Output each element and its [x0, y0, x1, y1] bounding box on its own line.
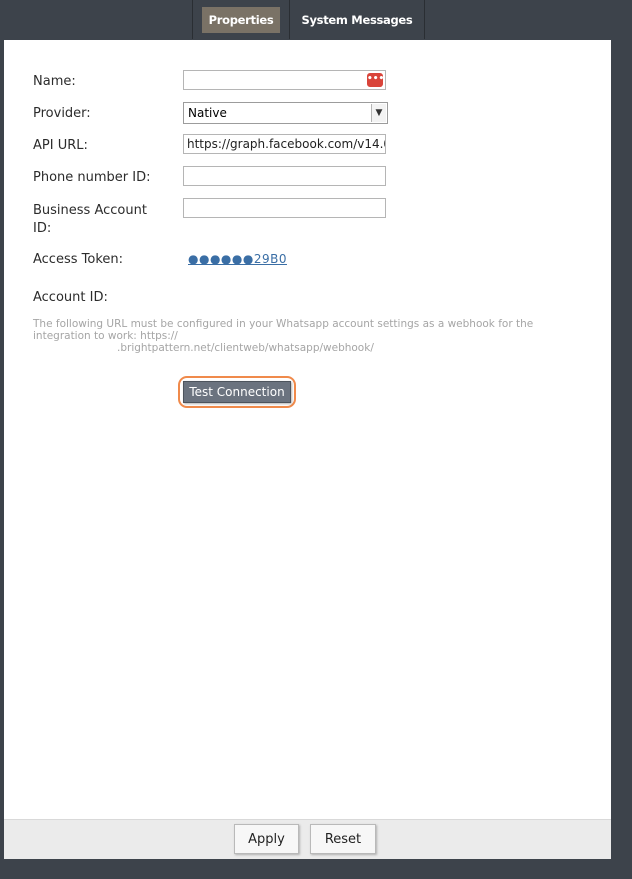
api-url-field[interactable]: https://graph.facebook.com/v14.0/: [183, 134, 386, 154]
tab-system-messages-label: System Messages: [301, 12, 413, 27]
access-token-label: Access Token:: [33, 252, 124, 267]
name-label: Name:: [33, 74, 76, 89]
business-account-id-field[interactable]: [183, 198, 386, 218]
provider-select[interactable]: Native ▼: [183, 102, 388, 124]
chevron-down-icon[interactable]: ▼: [371, 104, 386, 122]
phone-number-id-label: Phone number ID:: [33, 170, 151, 185]
business-account-id-label: Business Account ID:: [33, 203, 147, 236]
provider-label: Provider:: [33, 106, 91, 121]
provider-value: Native: [188, 106, 227, 120]
phone-number-id-field[interactable]: [183, 166, 386, 186]
tab-divider: [424, 0, 425, 39]
access-token-link[interactable]: ●●●●●●29B0: [188, 252, 287, 266]
tab-list: Properties System Messages: [192, 0, 425, 39]
account-id-label: Account ID:: [33, 290, 108, 305]
tab-properties[interactable]: Properties: [193, 0, 289, 39]
api-url-value: https://graph.facebook.com/v14.0/: [187, 137, 386, 151]
tab-properties-label: Properties: [201, 6, 281, 33]
webhook-info-message: The following URL must be configured in …: [33, 318, 534, 342]
test-connection-button[interactable]: Test Connection: [183, 381, 291, 403]
footer-bar: Apply Reset: [4, 819, 611, 860]
reset-button[interactable]: Reset: [310, 824, 376, 854]
tab-system-messages[interactable]: System Messages: [290, 0, 424, 39]
tab-bar: Properties System Messages: [0, 0, 632, 40]
apply-button[interactable]: Apply: [234, 824, 299, 854]
more-options-icon[interactable]: •••: [367, 73, 384, 87]
webhook-url: .brightpattern.net/clientweb/whatsapp/we…: [117, 342, 374, 354]
api-url-label: API URL:: [33, 138, 88, 153]
bottom-frame: [0, 859, 632, 879]
properties-panel: Name: ••• Provider: Native ▼ API URL: ht…: [4, 40, 611, 859]
right-frame: [611, 40, 632, 879]
name-field[interactable]: •••: [183, 70, 386, 90]
test-connection-highlight: Test Connection: [178, 376, 296, 408]
webhook-info-text: The following URL must be configured in …: [33, 318, 573, 354]
